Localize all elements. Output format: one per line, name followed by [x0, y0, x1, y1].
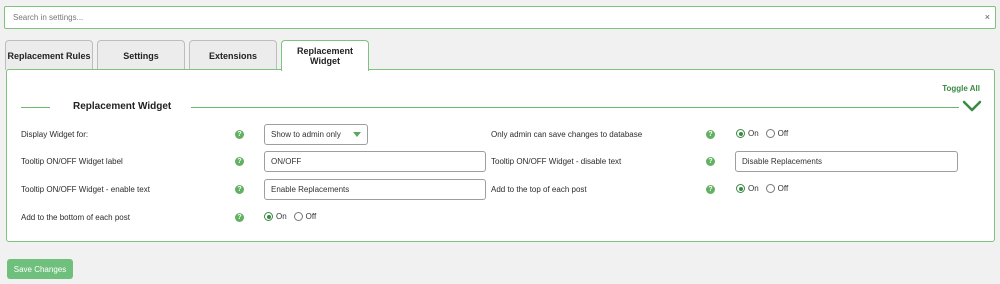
display-widget-for-label: Display Widget for: — [21, 130, 89, 139]
section-divider-right — [191, 107, 959, 108]
add-to-top-radio-group: On Off — [736, 184, 795, 193]
radio-on[interactable] — [264, 212, 273, 221]
tooltip-disable-text-label: Tooltip ON/OFF Widget - disable text — [491, 157, 622, 166]
add-to-top-label: Add to the top of each post — [491, 185, 587, 194]
add-to-bottom-label: Add to the bottom of each post — [21, 213, 130, 222]
tab-settings[interactable]: Settings — [97, 40, 185, 70]
help-icon[interactable]: ? — [235, 213, 244, 222]
section-divider-left — [21, 107, 50, 108]
section-title: Replacement Widget — [73, 101, 172, 112]
help-icon[interactable]: ? — [706, 157, 715, 166]
close-icon[interactable]: × — [985, 12, 990, 22]
chevron-down-icon[interactable] — [961, 98, 983, 114]
radio-off[interactable] — [765, 129, 775, 138]
search-input[interactable] — [5, 7, 965, 28]
radio-off-label: Off — [777, 184, 789, 193]
tab-extensions[interactable]: Extensions — [189, 40, 277, 70]
tooltip-enable-text-input[interactable]: Enable Replacements — [264, 179, 486, 200]
display-widget-for-value: Show to admin only — [271, 130, 341, 139]
tooltip-disable-text-input[interactable]: Disable Replacements — [735, 151, 958, 172]
tab-replacement-rules[interactable]: Replacement Rules — [5, 40, 93, 70]
tooltip-label-label: Tooltip ON/OFF Widget label — [21, 157, 123, 166]
save-changes-button[interactable]: Save Changes — [7, 259, 73, 279]
display-widget-for-select[interactable]: Show to admin only — [264, 124, 368, 145]
replacement-widget-panel: Toggle All Replacement Widget Display Wi… — [6, 69, 995, 242]
radio-on-label: On — [276, 212, 287, 221]
radio-on-label: On — [748, 129, 759, 138]
radio-off-label: Off — [777, 129, 789, 138]
settings-search-bar: × — [4, 6, 996, 29]
tooltip-label-input[interactable]: ON/OFF — [264, 151, 486, 172]
help-icon[interactable]: ? — [706, 130, 715, 139]
radio-off[interactable] — [293, 212, 303, 221]
radio-off-label: Off — [305, 212, 317, 221]
radio-on[interactable] — [736, 184, 745, 193]
help-icon[interactable]: ? — [706, 185, 715, 194]
tab-replacement-widget[interactable]: Replacement Widget — [281, 40, 369, 71]
caret-down-icon — [353, 132, 361, 137]
help-icon[interactable]: ? — [235, 157, 244, 166]
help-icon[interactable]: ? — [235, 130, 244, 139]
radio-off[interactable] — [765, 184, 775, 193]
only-admin-save-label: Only admin can save changes to database — [491, 130, 643, 139]
radio-on[interactable] — [736, 129, 745, 138]
add-to-bottom-radio-group: On Off — [264, 212, 323, 221]
only-admin-save-radio-group: On Off — [736, 129, 795, 138]
tooltip-enable-text-label: Tooltip ON/OFF Widget - enable text — [21, 185, 150, 194]
toggle-all-link[interactable]: Toggle All — [942, 84, 980, 93]
radio-on-label: On — [748, 184, 759, 193]
help-icon[interactable]: ? — [235, 185, 244, 194]
